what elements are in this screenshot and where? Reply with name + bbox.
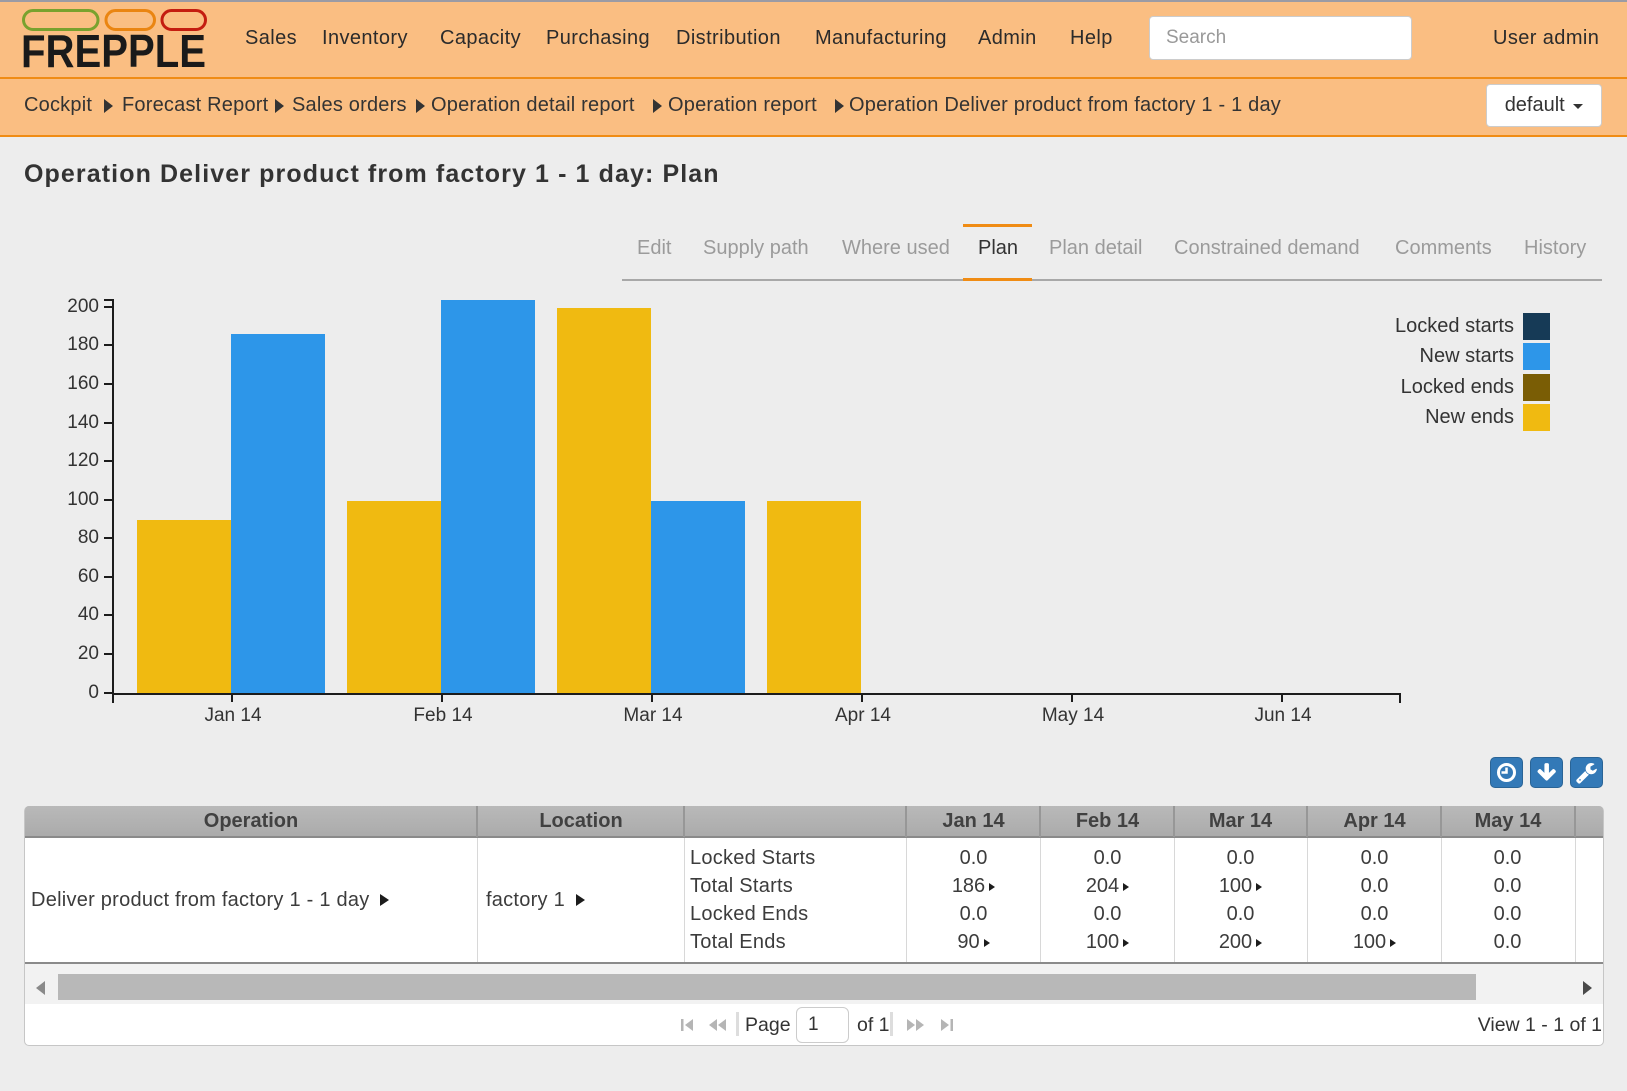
svg-text:FREPPLE: FREPPLE [22,25,206,71]
